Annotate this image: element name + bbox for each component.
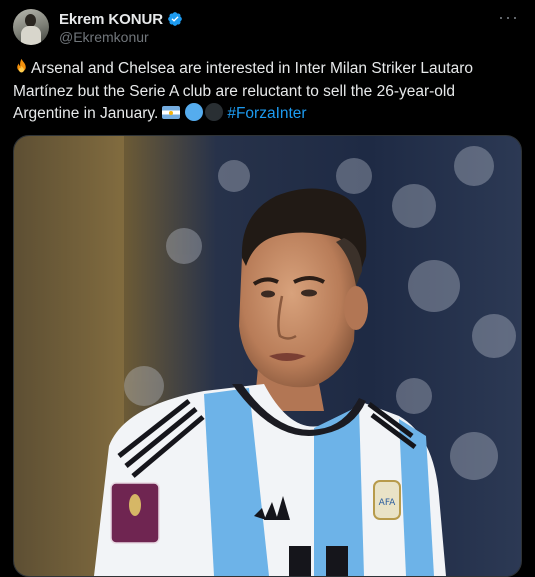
author-name[interactable]: Ekrem KONUR [59, 11, 163, 28]
tweet-text-line-3: Argentine in January. [13, 105, 159, 122]
player-photo: AFA [14, 136, 521, 576]
blue-circle-icon [185, 103, 204, 121]
author-name-row[interactable]: Ekrem KONUR [59, 10, 183, 28]
tweet-text-line-1: Arsenal and Chelsea are interested in In… [31, 60, 473, 77]
author-avatar[interactable] [13, 9, 49, 45]
tweet-text-line-2: Martínez but the Serie A club are reluct… [13, 82, 455, 100]
afa-crest-text: AFA [379, 498, 397, 508]
avatar-body [21, 26, 41, 45]
argentina-flag-icon [162, 106, 181, 119]
black-circle-icon [205, 103, 224, 121]
fire-emoji-icon [17, 58, 26, 73]
author-handle[interactable]: @Ekremkonur [59, 29, 149, 45]
more-options-icon[interactable]: ··· [498, 8, 519, 26]
verified-badge-icon[interactable] [167, 11, 183, 27]
tweet-media-photo[interactable]: AFA [13, 135, 522, 577]
hashtag-link[interactable]: #ForzaInter [227, 105, 306, 122]
tweet-text: Arsenal and Chelsea are interested in In… [13, 58, 518, 126]
tweet-card[interactable]: Ekrem KONUR @Ekremkonur ··· Arsenal and … [0, 0, 535, 577]
